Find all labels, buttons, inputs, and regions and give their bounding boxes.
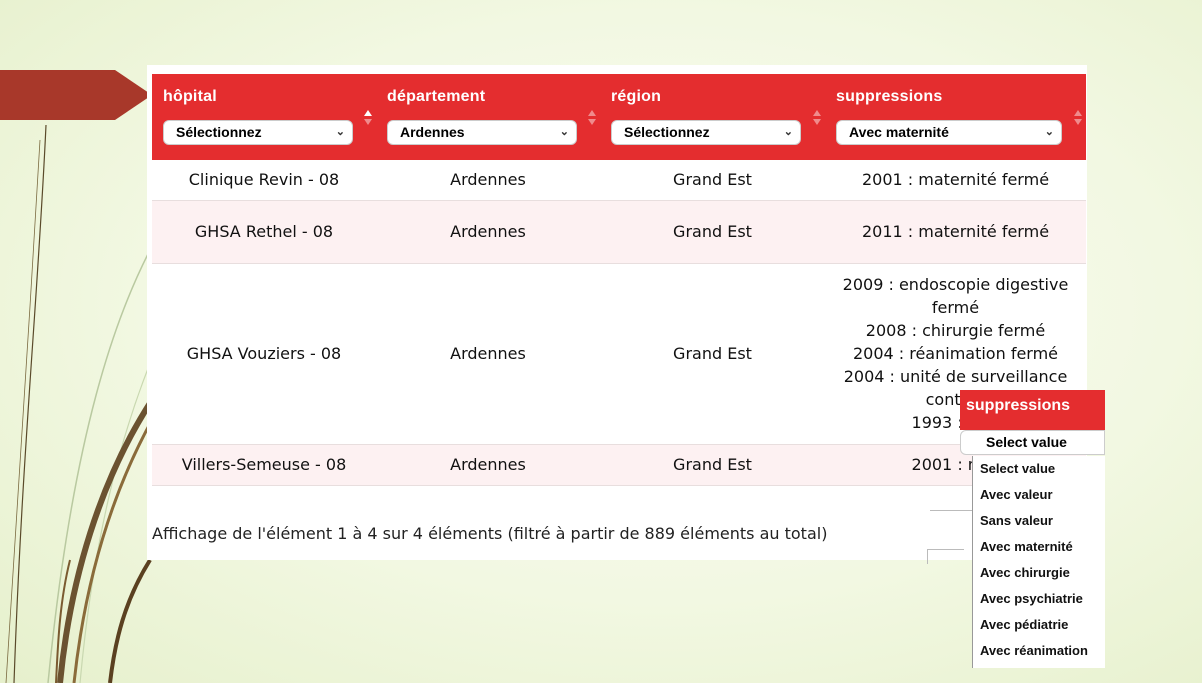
table-row: Villers-Semeuse - 08 Ardennes Grand Est … (152, 444, 1086, 486)
chevron-down-icon: ⌄ (783, 126, 793, 138)
dropdown-option[interactable]: Avec chirurgie (973, 560, 1105, 586)
chevron-down-icon: ⌄ (559, 126, 569, 138)
cell-suppressions: 2011 : maternité fermé (825, 200, 1086, 264)
cell-departement: Ardennes (376, 160, 600, 201)
suppression-line: 2001 : maternité fermé (861, 170, 1050, 190)
sort-icon[interactable] (813, 110, 821, 126)
table-row: GHSA Vouziers - 08 Ardennes Grand Est 20… (152, 263, 1086, 445)
suppression-line: 2004 : unité de surveillance (843, 367, 1068, 386)
filter-select-region[interactable]: Sélectionnez ⌄ (611, 120, 801, 145)
chevron-down-icon: ⌄ (1044, 126, 1054, 138)
filter-select-suppressions[interactable]: Avec maternité ⌄ (836, 120, 1062, 145)
cell-departement: Ardennes (376, 200, 600, 264)
filter-value: Sélectionnez (176, 124, 262, 140)
table-row: GHSA Rethel - 08 Ardennes Grand Est 2011… (152, 200, 1086, 264)
sort-icon[interactable] (1074, 110, 1082, 126)
suppression-line: 2009 : endoscopie digestive (842, 275, 1069, 294)
callout-title: suppressions (966, 397, 1071, 414)
cell-region: Grand Est (600, 200, 825, 264)
table-info-text: Affichage de l'élément 1 à 4 sur 4 éléme… (152, 524, 828, 543)
filter-select-departement[interactable]: Ardennes ⌄ (387, 120, 577, 145)
cell-hopital: GHSA Vouziers - 08 (152, 263, 376, 445)
dropdown-option[interactable]: Select value (973, 456, 1105, 482)
suppression-line: 2008 : chirurgie fermé (865, 321, 1046, 340)
column-header-suppressions[interactable]: suppressions Avec maternité ⌄ (825, 74, 1086, 160)
suppressions-select[interactable]: Select value (960, 430, 1105, 455)
column-label: suppressions (836, 88, 943, 105)
sort-icon[interactable] (364, 110, 372, 126)
column-label: département (387, 88, 486, 105)
cell-region: Grand Est (600, 263, 825, 445)
cell-hopital: Clinique Revin - 08 (152, 160, 376, 201)
hospitals-table: hôpital Sélectionnez ⌄ département Arden… (152, 74, 1086, 486)
dropdown-option[interactable]: Avec valeur (973, 482, 1105, 508)
dropdown-option[interactable]: Avec réanimation (973, 638, 1105, 664)
column-header-hopital[interactable]: hôpital Sélectionnez ⌄ (152, 74, 376, 160)
column-label: hôpital (163, 88, 217, 105)
column-header-departement[interactable]: département Ardennes ⌄ (376, 74, 600, 160)
cell-hopital: Villers-Semeuse - 08 (152, 444, 376, 486)
suppression-line: 2004 : réanimation fermé (852, 344, 1059, 363)
suppression-line: 2011 : maternité fermé (861, 222, 1050, 241)
chevron-down-icon: ⌄ (335, 126, 345, 138)
suppression-line: fermé (931, 298, 980, 317)
dropdown-options: Select value Avec valeur Sans valeur Ave… (972, 456, 1105, 668)
filter-value: Sélectionnez (624, 124, 710, 140)
cell-region: Grand Est (600, 444, 825, 486)
cell-hopital: GHSA Rethel - 08 (152, 200, 376, 264)
dropdown-option[interactable]: Avec psychiatrie (973, 586, 1105, 612)
column-header-region[interactable]: région Sélectionnez ⌄ (600, 74, 825, 160)
callout-header: suppressions (960, 390, 1105, 430)
dropdown-option[interactable]: Avec maternité (973, 534, 1105, 560)
dropdown-option[interactable]: Sans valeur (973, 508, 1105, 534)
table-header-row: hôpital Sélectionnez ⌄ département Arden… (152, 74, 1086, 160)
pagination[interactable] (927, 549, 964, 564)
cell-region: Grand Est (600, 160, 825, 201)
dropdown-option[interactable]: Avec pédiatrie (973, 612, 1105, 638)
cell-departement: Ardennes (376, 263, 600, 445)
filter-value: Ardennes (400, 124, 465, 140)
column-label: région (611, 88, 662, 105)
cell-suppressions: 2001 : maternité fermé (825, 160, 1086, 201)
filter-select-hopital[interactable]: Sélectionnez ⌄ (163, 120, 353, 145)
suppressions-dropdown-callout: suppressions Select value Select value A… (960, 390, 1105, 668)
sort-icon[interactable] (588, 110, 596, 126)
cell-departement: Ardennes (376, 444, 600, 486)
filter-value: Avec maternité (849, 124, 949, 140)
table-row: Clinique Revin - 08 Ardennes Grand Est 2… (152, 160, 1086, 201)
